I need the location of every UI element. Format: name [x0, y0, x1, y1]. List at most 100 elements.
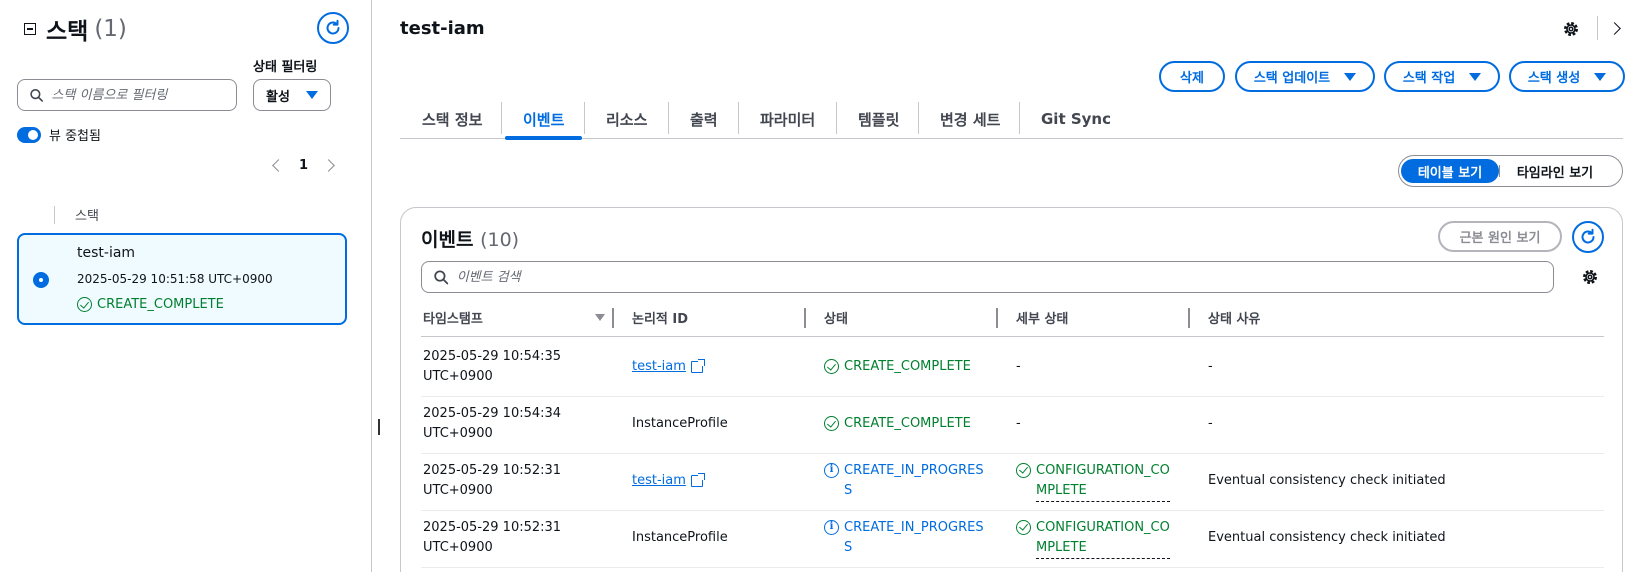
update-stack-button[interactable]: 스택 업데이트	[1235, 61, 1375, 92]
timestamp-cell: 2025-05-29 10:54:34 UTC+0900	[423, 394, 561, 454]
delete-button[interactable]: 삭제	[1159, 61, 1225, 92]
logical-id-link[interactable]: test-iam	[632, 357, 705, 377]
page-title: test-iam	[400, 18, 485, 39]
tab-outputs[interactable]: 출력	[690, 100, 718, 138]
table-row: 2025-05-29 10:52:31 UTC+0900 InstanceProfi…	[421, 508, 1604, 568]
refresh-icon	[1581, 228, 1595, 244]
external-link-icon	[690, 359, 705, 373]
logical-id-cell: InstanceProfile	[632, 394, 728, 454]
gear-icon[interactable]	[1562, 20, 1580, 38]
refresh-events-button[interactable]	[1572, 221, 1604, 253]
info-icon: i	[824, 463, 839, 478]
tab-divider	[584, 102, 585, 134]
check-circle-icon	[824, 359, 839, 374]
event-search-field[interactable]	[421, 261, 1554, 293]
tab-divider	[836, 102, 837, 134]
column-resizer[interactable]	[996, 308, 998, 328]
check-circle-icon	[77, 297, 92, 312]
tab-stack-info[interactable]: 스택 정보	[422, 100, 482, 138]
events-table-header: 타임스탬프 논리적 ID 상태 세부 상태 상태 사유	[421, 297, 1604, 337]
update-stack-label: 스택 업데이트	[1253, 71, 1331, 86]
detailed-status-cell: -	[1016, 394, 1021, 454]
tab-events[interactable]: 이벤트	[505, 100, 583, 140]
detailed-status-cell: CONFIGURATION_CO MPLETE	[1016, 508, 1170, 568]
status-filter-value: 활성	[266, 89, 290, 105]
timestamp-tz: UTC+0900	[423, 483, 493, 498]
sort-descending-icon[interactable]	[595, 314, 605, 321]
panel-resize-handle[interactable]	[378, 419, 380, 435]
detailed-status-text: CONFIGURATION_CO	[1036, 519, 1170, 535]
status-reason-text: Eventual consistency check initiated	[1208, 473, 1446, 488]
detailed-status[interactable]: CONFIGURATION_CO MPLETE	[1016, 461, 1170, 502]
detailed-status[interactable]: CONFIGURATION_CO MPLETE	[1016, 518, 1170, 559]
status-filter-select[interactable]: 활성	[253, 79, 331, 111]
event-search-input[interactable]	[456, 269, 1553, 285]
col-logical-id[interactable]: 논리적 ID	[632, 297, 688, 337]
status-reason-text: Eventual consistency check initiated	[1208, 530, 1446, 545]
timestamp-tz: UTC+0900	[423, 369, 493, 384]
column-resizer[interactable]	[804, 308, 806, 328]
stacks-panel: 스택 (1) 상태 필터링 활성 뷰 중첩됨 1	[0, 0, 372, 572]
stack-timestamp: 2025-05-29 10:51:58 UTC+0900	[77, 272, 273, 286]
col-status-reason[interactable]: 상태 사유	[1208, 297, 1260, 337]
stack-card[interactable]: test-iam 2025-05-29 10:51:58 UTC+0900 CR…	[17, 233, 347, 325]
timestamp-date: 2025-05-29 10:54:34	[423, 406, 562, 421]
status-text-wrap: S	[844, 483, 853, 498]
status-cell: CREATE_COMPLETE	[824, 394, 971, 454]
status-text: CREATE_COMPLETE	[844, 359, 971, 374]
external-link-icon	[690, 473, 705, 487]
timeline-view-button[interactable]: 타임라인 보기	[1500, 159, 1610, 183]
timestamp-tz: UTC+0900	[423, 426, 493, 441]
create-stack-button[interactable]: 스택 생성	[1509, 61, 1625, 92]
column-resizer[interactable]	[1188, 308, 1190, 328]
status-reason-cell: -	[1208, 394, 1213, 454]
stack-tabs: 스택 정보 이벤트 리소스 출력 파라미터 템플릿 변경 세트 Git Sync	[400, 100, 1623, 140]
caret-down-icon	[306, 91, 318, 99]
search-icon	[434, 269, 449, 284]
col-detailed-status[interactable]: 세부 상태	[1016, 297, 1068, 337]
timestamp-date: 2025-05-29 10:52:31	[423, 463, 562, 478]
table-row: 2025-05-29 10:54:35 UTC+0900 test-iam CREAT…	[421, 337, 1604, 397]
collapse-icon[interactable]	[24, 23, 36, 35]
tab-resources[interactable]: 리소스	[606, 100, 647, 138]
logical-id-link[interactable]: test-iam	[632, 471, 705, 491]
status-text-wrap: S	[844, 540, 853, 555]
table-view-button[interactable]: 테이블 보기	[1401, 159, 1499, 183]
column-resizer[interactable]	[612, 308, 614, 328]
events-count: (10)	[480, 229, 520, 251]
page-number[interactable]: 1	[299, 158, 308, 173]
tab-git-sync[interactable]: Git Sync	[1041, 100, 1111, 138]
nested-view-row: 뷰 중첩됨	[17, 125, 101, 144]
stack-status-text: CREATE_COMPLETE	[97, 297, 224, 312]
check-circle-icon	[1016, 519, 1031, 535]
caret-down-icon	[1469, 72, 1482, 81]
stack-status: CREATE_COMPLETE	[77, 297, 224, 312]
chevron-right-icon[interactable]	[1608, 22, 1621, 35]
prev-page-icon[interactable]	[272, 159, 285, 172]
refresh-stacks-button[interactable]	[317, 12, 349, 44]
col-status[interactable]: 상태	[824, 297, 848, 337]
nested-view-label: 뷰 중첩됨	[49, 129, 101, 144]
logical-id-text: InstanceProfile	[632, 530, 728, 545]
tab-change-sets[interactable]: 변경 세트	[940, 100, 1000, 138]
nested-view-toggle[interactable]	[17, 126, 41, 143]
col-timestamp[interactable]: 타임스탬프	[423, 297, 483, 337]
view-toggle: 테이블 보기 타임라인 보기	[1398, 155, 1623, 187]
detailed-status-text: CONFIGURATION_CO	[1036, 462, 1170, 478]
timestamp-date: 2025-05-29 10:52:31	[423, 520, 562, 535]
stack-actions-button[interactable]: 스택 작업	[1384, 61, 1500, 92]
stacks-column-header: 스택	[54, 205, 99, 224]
status-reason-cell: Eventual consistency check initiated	[1208, 508, 1446, 568]
check-circle-icon	[824, 416, 839, 431]
stack-filter-input[interactable]	[51, 87, 236, 103]
next-page-icon[interactable]	[322, 159, 335, 172]
column-divider	[54, 205, 55, 224]
root-cause-button[interactable]: 근본 원인 보기	[1438, 221, 1562, 252]
tab-template[interactable]: 템플릿	[858, 100, 899, 138]
tab-parameters[interactable]: 파라미터	[760, 100, 815, 138]
stack-radio[interactable]	[33, 272, 49, 288]
status-cell: CREATE_COMPLETE	[824, 337, 971, 397]
stack-filter-field[interactable]	[17, 79, 237, 111]
status-reason-cell: -	[1208, 337, 1213, 397]
gear-icon[interactable]	[1581, 268, 1599, 286]
